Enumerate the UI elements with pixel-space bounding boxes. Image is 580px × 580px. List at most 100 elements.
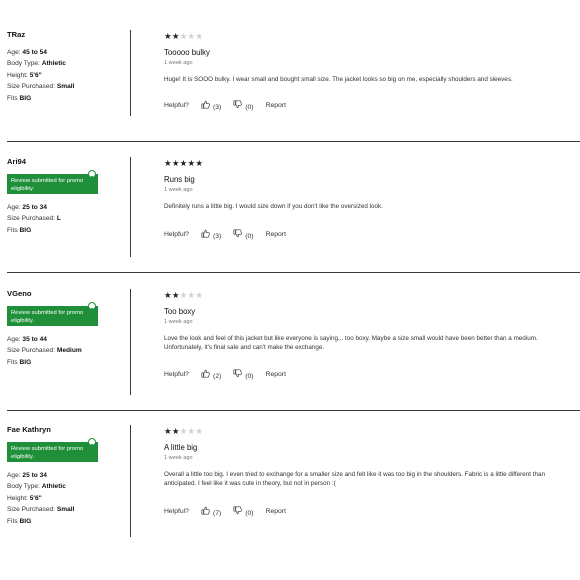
attribute-value: 35 to 44	[22, 336, 47, 343]
helpful-no-count: (0)	[245, 233, 254, 240]
star-rating: ★★★★★	[164, 32, 574, 41]
reviewer-attribute: Age: 25 to 34	[7, 470, 127, 481]
review-title: A little big	[164, 443, 198, 452]
attribute-value: BIG	[19, 226, 32, 234]
review-divider-vertical	[130, 425, 131, 537]
attribute-value: 25 to 34	[22, 472, 47, 479]
helpful-yes-count: (2)	[212, 373, 222, 380]
reviewer-info: Fae Kathryn Review submitted for promo el…	[7, 425, 127, 527]
attribute-label: Size Purchased:	[7, 215, 57, 223]
helpful-no-count: (0)	[245, 104, 254, 111]
attribute-label: Body Type:	[7, 60, 42, 68]
thumbs-up-icon	[201, 369, 210, 378]
review-date: 1 week ago	[164, 187, 193, 193]
review-title: Tooooo bulky	[164, 48, 210, 57]
attribute-value: L	[56, 215, 61, 223]
review-content: ★★★★★ Tooooo bulky 1 week ago Huge! It is S…	[164, 32, 574, 84]
review-separator	[7, 410, 580, 411]
review-divider-vertical	[130, 289, 131, 395]
star-icon: ★	[195, 158, 204, 168]
helpful-no-button[interactable]: (0)	[233, 369, 254, 380]
reviewer-attribute: Age: 35 to 44	[7, 334, 127, 345]
attribute-label: Size Purchased:	[7, 506, 57, 514]
reviewer-attribute: Fits BIG	[7, 93, 127, 104]
report-link[interactable]: Report	[266, 231, 286, 238]
reviewer-attribute: Body Type: Athletic	[7, 58, 127, 69]
helpful-no-button[interactable]: (0)	[233, 229, 254, 240]
reviewer-attribute: Age: 25 to 34	[7, 202, 127, 213]
star-icon: ★	[164, 290, 172, 300]
thumbs-up-icon	[201, 506, 210, 515]
reviewer-attribute: Size Purchased: Small	[7, 504, 127, 515]
thumbs-down-icon	[233, 100, 242, 109]
helpful-label: Helpful?	[164, 102, 189, 109]
promo-badge-text: Review submitted for promo eligibility.	[7, 442, 98, 462]
attribute-label: Size Purchased:	[7, 347, 57, 355]
attribute-label: Body Type:	[7, 483, 42, 491]
reviewer-name: VGeno	[7, 289, 32, 298]
review-separator	[7, 141, 580, 142]
review-divider-vertical	[130, 30, 131, 116]
reviewer-attribute: Fits BIG	[7, 516, 127, 527]
attribute-value: BIG	[19, 358, 32, 366]
attribute-label: Height:	[7, 494, 30, 502]
report-link[interactable]: Report	[266, 371, 286, 378]
attribute-value: BIG	[19, 517, 32, 525]
attribute-label: Fits	[7, 226, 20, 234]
helpful-row: Helpful? (2) (0) Report	[164, 369, 286, 380]
attribute-label: Fits	[7, 358, 20, 366]
promo-badge: Review submitted for promo eligibility.	[7, 438, 127, 462]
attribute-value: Medium	[56, 347, 82, 355]
thumbs-down-icon	[233, 369, 242, 378]
promo-badge: Review submitted for promo eligibility.	[7, 302, 127, 326]
reviewer-attribute: Size Purchased: L	[7, 213, 127, 224]
star-icon: ★	[171, 426, 180, 436]
helpful-yes-button[interactable]: (3)	[201, 229, 221, 240]
reviewer-attribute: Size Purchased: Small	[7, 81, 127, 92]
attribute-value: 5'6"	[29, 71, 42, 79]
review-date: 1 week ago	[164, 60, 193, 66]
attribute-label: Fits	[7, 517, 20, 525]
star-rating: ★★★★★	[164, 159, 574, 168]
attribute-label: Height:	[7, 71, 30, 79]
star-icon: ★	[195, 426, 204, 436]
helpful-no-button[interactable]: (0)	[233, 506, 254, 517]
attribute-label: Size Purchased:	[7, 83, 57, 91]
report-link[interactable]: Report	[266, 508, 286, 515]
attribute-value: 25 to 34	[22, 204, 47, 211]
attribute-value: Small	[56, 83, 75, 91]
star-rating: ★★★★★	[164, 427, 574, 436]
review-divider-vertical	[130, 157, 131, 257]
helpful-yes-count: (3)	[212, 233, 222, 240]
helpful-yes-button[interactable]: (7)	[201, 506, 221, 517]
attribute-value: Athletic	[41, 60, 66, 68]
thumbs-down-icon	[233, 229, 242, 238]
reviewer-attribute: Height: 5'6"	[7, 70, 127, 81]
helpful-no-count: (0)	[245, 373, 254, 380]
promo-badge-text: Review submitted for promo eligibility.	[7, 174, 98, 194]
attribute-value: 45 to 54	[22, 49, 47, 56]
review-body: Huge! It is SOOO bulky. I wear small and…	[164, 76, 513, 83]
review-body: Overall a little too big. I even tried t…	[164, 471, 546, 488]
star-icon: ★	[195, 290, 204, 300]
review-title: Runs big	[164, 175, 195, 184]
helpful-no-count: (0)	[245, 510, 254, 517]
helpful-row: Helpful? (7) (0) Report	[164, 506, 286, 517]
thumbs-down-icon	[233, 506, 242, 515]
star-icon: ★	[164, 426, 172, 436]
star-icon: ★	[164, 158, 172, 168]
review-date: 1 week ago	[164, 455, 193, 461]
helpful-no-button[interactable]: (0)	[233, 100, 254, 111]
reviewer-name: TRaz	[7, 30, 26, 39]
helpful-yes-button[interactable]: (2)	[201, 369, 221, 380]
reviewer-attribute: Age: 45 to 54	[7, 47, 127, 58]
report-link[interactable]: Report	[266, 102, 286, 109]
helpful-yes-count: (3)	[212, 104, 222, 111]
star-rating: ★★★★★	[164, 291, 574, 300]
review-separator	[7, 272, 580, 273]
helpful-yes-button[interactable]: (3)	[201, 100, 221, 111]
reviewer-attribute: Fits BIG	[7, 357, 127, 368]
reviewer-attribute: Fits BIG	[7, 225, 127, 236]
star-icon: ★	[171, 158, 180, 168]
review-body: Definitely runs a little big. I would si…	[164, 203, 383, 210]
